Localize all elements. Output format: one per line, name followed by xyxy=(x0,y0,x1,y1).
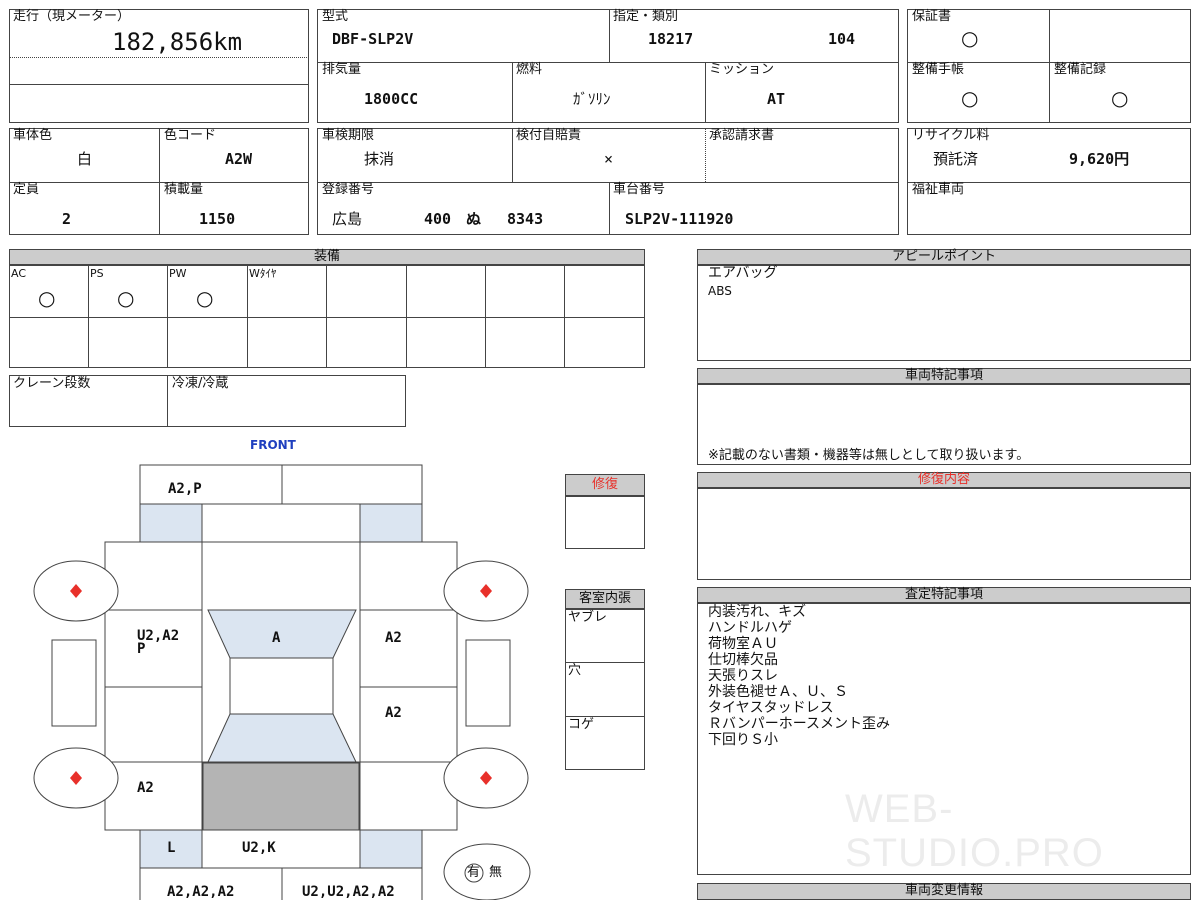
repair-detail-box xyxy=(697,488,1191,580)
assessment-line-5: 天張りスレ xyxy=(708,668,778,684)
color-code-label: 色コード xyxy=(164,128,217,143)
rear-bumper-right-label: U2,U2,A2,A2 xyxy=(302,884,395,900)
left-front-panel-label: U2,A2 P xyxy=(137,628,180,657)
freezer-label: 冷凍/冷蔵 xyxy=(172,376,229,391)
color-code-value: A2W xyxy=(225,150,253,168)
interior-header: 客室内張 xyxy=(565,589,645,609)
mileage-value: 182,856km xyxy=(112,28,243,56)
load-label: 積載量 xyxy=(164,182,204,197)
assessment-header: 査定特記事項 xyxy=(697,587,1191,603)
chassis-value: SLP2V-111920 xyxy=(625,210,734,228)
registration-area: 広島 xyxy=(332,210,363,228)
load-value: 1150 xyxy=(199,210,236,228)
right-rear-panel-label: A2 xyxy=(385,705,402,721)
right-front-panel-label: A2 xyxy=(385,630,402,646)
registration-label: 登録番号 xyxy=(322,182,375,197)
special-notes-footer: ※記載のない書類・機器等は無しとして取り扱います。 xyxy=(708,448,1030,463)
service-record-mark: ○ xyxy=(1111,86,1129,110)
assessment-line-3: 荷物室ＡＵ xyxy=(708,636,778,652)
car-diagram xyxy=(33,464,531,900)
mission-label: ミッション xyxy=(709,62,775,77)
rear-left-pillar-label: L xyxy=(167,840,176,856)
assessment-line-6: 外装色褪せＡ、Ｕ、Ｓ xyxy=(708,684,848,700)
fuel-label: 燃料 xyxy=(516,62,543,77)
front-label: FRONT xyxy=(250,438,296,452)
registration-number: 8343 xyxy=(507,210,544,228)
rear-bumper-left-label: A2,A2,A2 xyxy=(167,884,235,900)
equipment-pw-mark: ○ xyxy=(196,286,214,310)
body-color-value: 白 xyxy=(77,150,93,168)
recycle-amount: 9,620円 xyxy=(1069,150,1130,168)
presence-no: 無 xyxy=(489,865,503,880)
assessment-line-4: 仕切棒欠品 xyxy=(708,652,778,668)
displacement-value: 1800CC xyxy=(364,90,419,108)
equipment-ps-label: PS xyxy=(90,267,104,280)
body-color-label: 車体色 xyxy=(13,128,53,143)
inspection-value: 抹消 xyxy=(364,150,395,168)
appeal-header: アピールポイント xyxy=(697,249,1191,265)
presence-yes: 有 xyxy=(467,865,481,880)
service-book-mark: ○ xyxy=(961,86,979,110)
insurance-value: × xyxy=(604,150,614,168)
warranty-label: 保証書 xyxy=(912,9,952,24)
interior-tear-label: ヤブレ xyxy=(568,610,608,625)
designation-class: 104 xyxy=(828,30,856,48)
mission-value: AT xyxy=(767,90,786,108)
assessment-line-9: 下回りＳ小 xyxy=(708,732,778,748)
vehicle-change-header: 車両変更情報 xyxy=(697,883,1191,900)
front-bumper-label: A2,P xyxy=(168,481,202,497)
equipment-pw-label: PW xyxy=(169,267,187,280)
left-rear-panel-label: A2 xyxy=(137,780,154,796)
interior-hole-label: 穴 xyxy=(568,663,582,678)
assessment-line-2: ハンドルハゲ xyxy=(708,620,792,636)
crane-label: クレーン段数 xyxy=(13,376,91,391)
recycle-status: 預託済 xyxy=(933,150,979,168)
equipment-wtire-label: Wﾀｲﾔ xyxy=(249,267,277,280)
designation-label: 指定・類別 xyxy=(613,9,679,24)
capacity-value: 2 xyxy=(62,210,72,228)
designation-number: 18217 xyxy=(648,30,694,48)
inspection-label: 車検期限 xyxy=(322,128,375,143)
welfare-label: 福祉車両 xyxy=(912,182,965,197)
registration-kana: ぬ xyxy=(466,210,482,228)
equipment-ps-mark: ○ xyxy=(117,286,135,310)
service-book-label: 整備手帳 xyxy=(912,62,965,77)
mileage-box xyxy=(9,9,309,123)
warranty-mark: ○ xyxy=(961,26,979,50)
service-record-label: 整備記録 xyxy=(1054,62,1107,77)
recycle-label: リサイクル料 xyxy=(912,128,990,143)
mileage-label: 走行（現メーター） xyxy=(13,9,131,24)
repair-detail-header: 修復内容 xyxy=(697,472,1191,488)
rear-center-label: U2,K xyxy=(242,840,276,856)
repair-box xyxy=(565,496,645,549)
equipment-ac-label: AC xyxy=(11,267,27,280)
watermark: WEB-STUDIO.PRO xyxy=(845,787,1104,875)
equipment-header: 装備 xyxy=(9,249,645,265)
special-notes-header: 車両特記事項 xyxy=(697,368,1191,384)
assessment-line-8: Ｒバンパーホースメント歪み xyxy=(708,716,890,732)
assessment-line-1: 内装汚れ、キズ xyxy=(708,604,807,620)
insurance-label: 検付自賠責 xyxy=(516,128,582,143)
displacement-label: 排気量 xyxy=(322,62,362,77)
interior-box xyxy=(565,609,645,770)
appeal-text-abs: ABS xyxy=(708,284,732,298)
repair-header: 修復 xyxy=(565,474,645,496)
registration-class: 400 xyxy=(424,210,452,228)
appeal-text: エアバッグ xyxy=(708,265,778,281)
equipment-ac-mark: ○ xyxy=(38,286,56,310)
assessment-line-7: タイヤスタッドレス xyxy=(708,700,834,716)
model-value: DBF-SLP2V xyxy=(332,30,414,48)
approval-label: 承認請求書 xyxy=(709,128,775,143)
capacity-label: 定員 xyxy=(13,182,40,197)
hood-label: A xyxy=(272,630,281,646)
chassis-label: 車台番号 xyxy=(613,182,666,197)
interior-burn-label: コゲ xyxy=(568,717,595,732)
model-label: 型式 xyxy=(322,9,349,24)
fuel-value: ｶﾞｿﾘﾝ xyxy=(573,90,611,108)
